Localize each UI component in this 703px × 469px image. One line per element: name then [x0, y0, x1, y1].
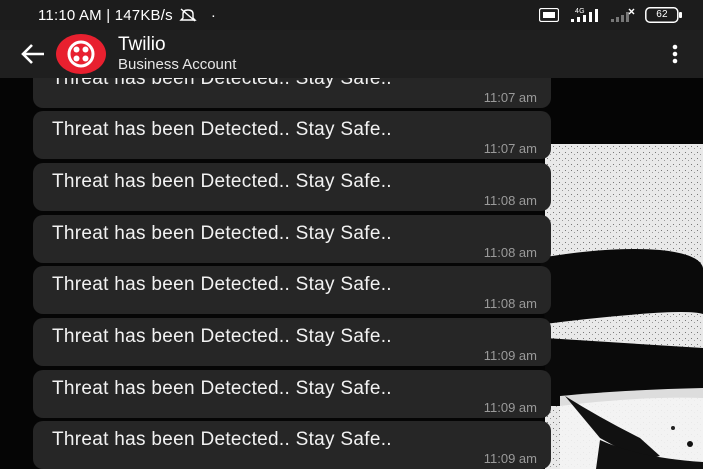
message-time: 11:09 am	[483, 451, 537, 466]
back-arrow-icon[interactable]	[16, 37, 50, 71]
mute-icon	[179, 8, 197, 22]
message-bubble[interactable]: Threat has been Detected.. Stay Safe.. 1…	[33, 111, 551, 159]
message-text: Threat has been Detected.. Stay Safe..	[52, 119, 392, 140]
message-text: Threat has been Detected.. Stay Safe..	[52, 274, 392, 295]
status-left: 11:10 AM | 147KB/s ·	[38, 7, 216, 24]
signal-strength-2-icon	[609, 7, 635, 23]
message-bubble[interactable]: Threat has been Detected.. Stay Safe.. 1…	[33, 78, 551, 108]
network-label-icon-text: 4G	[575, 8, 585, 15]
status-bar: 11:10 AM | 147KB/s · 4G 62	[0, 0, 703, 30]
message-time: 11:09 am	[483, 348, 537, 363]
status-time-speed: 11:10 AM | 147KB/s	[38, 6, 173, 24]
more-options-icon[interactable]	[663, 34, 687, 74]
message-list[interactable]: Threat has been Detected.. Stay Safe.. 1…	[0, 78, 703, 469]
message-time: 11:08 am	[483, 296, 537, 311]
signal-strength-icon: 4G	[569, 7, 599, 23]
contact-subtitle: Business Account	[118, 56, 237, 74]
avatar[interactable]	[56, 34, 106, 74]
status-right: 4G 62	[539, 7, 683, 23]
twilio-logo-icon	[67, 40, 95, 68]
message-text: Threat has been Detected.. Stay Safe..	[52, 378, 392, 399]
message-text: Threat has been Detected.. Stay Safe..	[52, 171, 392, 192]
message-bubble[interactable]: Threat has been Detected.. Stay Safe.. 1…	[33, 318, 551, 366]
message-bubble[interactable]: Threat has been Detected.. Stay Safe.. 1…	[33, 266, 551, 314]
message-bubble[interactable]: Threat has been Detected.. Stay Safe.. 1…	[33, 163, 551, 211]
battery-icon: 62	[645, 7, 683, 23]
contact-info[interactable]: Twilio Business Account	[118, 34, 236, 73]
volte-icon	[539, 8, 559, 22]
message-time: 11:09 am	[483, 400, 537, 415]
status-dot: ·	[210, 6, 217, 24]
message-text: Threat has been Detected.. Stay Safe..	[52, 326, 392, 347]
battery-level: 62	[656, 9, 668, 20]
message-time: 11:08 am	[483, 193, 537, 208]
message-text: Threat has been Detected.. Stay Safe..	[52, 429, 392, 450]
contact-name: Twilio	[118, 34, 166, 56]
message-time: 11:07 am	[483, 90, 537, 105]
message-text: Threat has been Detected.. Stay Safe..	[52, 78, 392, 89]
message-bubble[interactable]: Threat has been Detected.. Stay Safe.. 1…	[33, 370, 551, 418]
chat-header: Twilio Business Account	[0, 30, 703, 78]
message-time: 11:07 am	[483, 141, 537, 156]
message-time: 11:08 am	[483, 245, 537, 260]
message-bubble[interactable]: Threat has been Detected.. Stay Safe.. 1…	[33, 421, 551, 469]
message-bubble[interactable]: Threat has been Detected.. Stay Safe.. 1…	[33, 215, 551, 263]
message-text: Threat has been Detected.. Stay Safe..	[52, 223, 392, 244]
